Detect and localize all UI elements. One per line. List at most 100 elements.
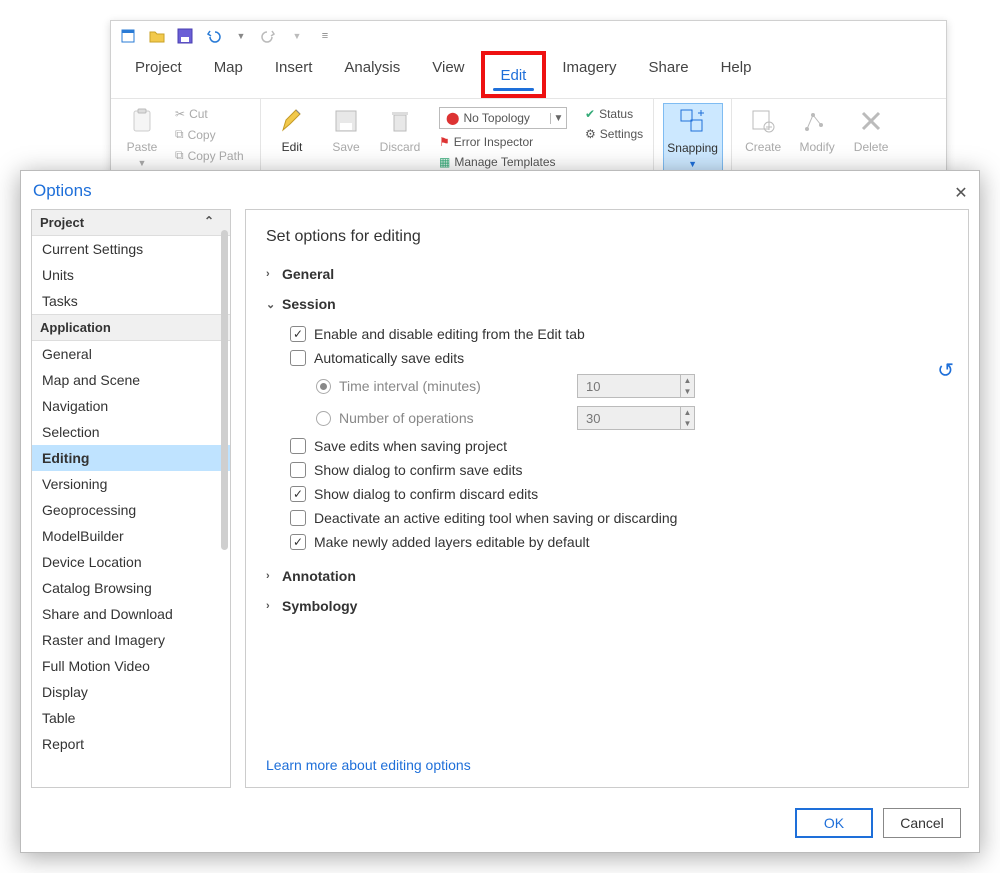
snapping-button[interactable]: Snapping ▼ bbox=[663, 103, 723, 172]
chevron-down-icon: ⌄ bbox=[266, 298, 278, 311]
paste-button[interactable]: Paste ▼ bbox=[117, 103, 167, 170]
sidebar-item-selection[interactable]: Selection bbox=[32, 419, 230, 445]
save-project-icon[interactable] bbox=[175, 26, 195, 46]
qat-customize-icon[interactable]: ≡ bbox=[315, 26, 335, 46]
gear-icon: ⚙ bbox=[585, 127, 596, 141]
tab-map[interactable]: Map bbox=[198, 51, 259, 98]
tab-project[interactable]: Project bbox=[119, 51, 198, 98]
cut-button[interactable]: ✂Cut bbox=[171, 105, 248, 123]
undo-dropdown-icon[interactable]: ▼ bbox=[231, 26, 251, 46]
learn-more-link[interactable]: Learn more about editing options bbox=[266, 757, 471, 773]
sidebar-item-display[interactable]: Display bbox=[32, 679, 230, 705]
spinner-number-operations[interactable]: 30▲▼ bbox=[577, 406, 695, 430]
copy-path-icon: ⧉ bbox=[175, 148, 184, 163]
reset-button[interactable]: ↺ bbox=[937, 358, 954, 383]
chevron-up-icon[interactable]: ▲ bbox=[681, 375, 694, 386]
copy-icon: ⧉ bbox=[175, 127, 184, 142]
settings-button[interactable]: ⚙Settings bbox=[581, 125, 647, 143]
sidebar-item-raster-and-imagery[interactable]: Raster and Imagery bbox=[32, 627, 230, 653]
topology-combo[interactable]: ⬤No Topology ▼ bbox=[439, 107, 567, 129]
ribbon: ▼ ▼ ≡ Project Map Insert Analysis View E… bbox=[110, 20, 947, 195]
new-project-icon[interactable] bbox=[119, 26, 139, 46]
quick-access-toolbar: ▼ ▼ ≡ bbox=[111, 21, 946, 51]
undo-icon[interactable] bbox=[203, 26, 223, 46]
create-icon bbox=[747, 105, 779, 137]
sidebar-item-report[interactable]: Report bbox=[32, 731, 230, 757]
modify-button[interactable]: Modify bbox=[792, 103, 842, 156]
section-symbology[interactable]: ›Symbology bbox=[266, 598, 948, 614]
sidebar-item-full-motion-video[interactable]: Full Motion Video bbox=[32, 653, 230, 679]
section-general[interactable]: › General bbox=[266, 266, 948, 282]
checkbox-confirm-save[interactable] bbox=[290, 462, 306, 478]
dialog-title: Options bbox=[21, 171, 979, 207]
sidebar-item-general[interactable]: General bbox=[32, 341, 230, 367]
manage-templates-button[interactable]: ▦Manage Templates bbox=[435, 153, 571, 171]
sidebar-item-share-and-download[interactable]: Share and Download bbox=[32, 601, 230, 627]
sidebar-item-catalog-browsing[interactable]: Catalog Browsing bbox=[32, 575, 230, 601]
section-annotation[interactable]: ›Annotation bbox=[266, 568, 948, 584]
sidebar-header-application[interactable]: Application bbox=[32, 314, 230, 341]
tab-help[interactable]: Help bbox=[705, 51, 768, 98]
redo-dropdown-icon[interactable]: ▼ bbox=[287, 26, 307, 46]
dialog-buttons: OK Cancel bbox=[795, 808, 961, 838]
edit-button[interactable]: Edit bbox=[267, 103, 317, 156]
sidebar-item-navigation[interactable]: Navigation bbox=[32, 393, 230, 419]
sidebar-item-units[interactable]: Units bbox=[32, 262, 230, 288]
open-project-icon[interactable] bbox=[147, 26, 167, 46]
save-edits-button[interactable]: Save bbox=[321, 103, 371, 156]
chevron-down-icon[interactable]: ▼ bbox=[681, 418, 694, 429]
label-save-when-saving-project: Save edits when saving project bbox=[314, 438, 507, 454]
radio-number-operations[interactable] bbox=[316, 411, 331, 426]
sidebar-item-device-location[interactable]: Device Location bbox=[32, 549, 230, 575]
sidebar-item-editing[interactable]: Editing bbox=[32, 445, 230, 471]
chevron-down-icon: ▼ bbox=[688, 159, 697, 169]
tab-view[interactable]: View bbox=[416, 51, 480, 98]
copy-button[interactable]: ⧉Copy bbox=[171, 125, 248, 144]
ok-button[interactable]: OK bbox=[795, 808, 873, 838]
sidebar-item-map-and-scene[interactable]: Map and Scene bbox=[32, 367, 230, 393]
label-time-interval: Time interval (minutes) bbox=[339, 378, 569, 394]
label-new-layers-editable: Make newly added layers editable by defa… bbox=[314, 534, 590, 550]
close-button[interactable]: ✕ bbox=[951, 183, 971, 203]
scrollbar-thumb[interactable] bbox=[221, 230, 228, 550]
sidebar-item-current-settings[interactable]: Current Settings bbox=[32, 236, 230, 262]
create-button[interactable]: Create bbox=[738, 103, 788, 156]
error-inspector-label: Error Inspector bbox=[454, 135, 533, 149]
tab-imagery[interactable]: Imagery bbox=[546, 51, 632, 98]
chevron-down-icon[interactable]: ▼ bbox=[681, 386, 694, 397]
radio-time-interval[interactable] bbox=[316, 379, 331, 394]
chevron-right-icon: › bbox=[266, 268, 278, 280]
modify-icon bbox=[801, 105, 833, 137]
chevron-up-icon[interactable]: ▲ bbox=[681, 407, 694, 418]
delete-button[interactable]: Delete bbox=[846, 103, 896, 156]
sidebar-item-tasks[interactable]: Tasks bbox=[32, 288, 230, 314]
sidebar-header-project[interactable]: Project⌃ bbox=[32, 210, 230, 236]
label-confirm-discard: Show dialog to confirm discard edits bbox=[314, 486, 538, 502]
discard-edits-button[interactable]: Discard bbox=[375, 103, 425, 156]
copy-path-button[interactable]: ⧉Copy Path bbox=[171, 146, 248, 165]
tab-insert[interactable]: Insert bbox=[259, 51, 329, 98]
general-label: General bbox=[282, 266, 334, 282]
spinner-time-interval[interactable]: 10▲▼ bbox=[577, 374, 695, 398]
tab-edit[interactable]: Edit bbox=[485, 59, 543, 90]
sidebar-item-modelbuilder[interactable]: ModelBuilder bbox=[32, 523, 230, 549]
label-auto-save: Automatically save edits bbox=[314, 350, 464, 366]
label-deactivate-tool: Deactivate an active editing tool when s… bbox=[314, 510, 677, 526]
checkbox-auto-save[interactable] bbox=[290, 350, 306, 366]
checkbox-enable-editing[interactable] bbox=[290, 326, 306, 342]
checkbox-new-layers-editable[interactable] bbox=[290, 534, 306, 550]
error-inspector-button[interactable]: ⚑Error Inspector bbox=[435, 133, 571, 151]
sidebar-item-table[interactable]: Table bbox=[32, 705, 230, 731]
checkbox-save-when-saving-project[interactable] bbox=[290, 438, 306, 454]
no-topology-icon: ⬤ bbox=[446, 111, 459, 125]
redo-icon[interactable] bbox=[259, 26, 279, 46]
sidebar-item-versioning[interactable]: Versioning bbox=[32, 471, 230, 497]
status-button[interactable]: ✔Status bbox=[581, 105, 647, 123]
sidebar-item-geoprocessing[interactable]: Geoprocessing bbox=[32, 497, 230, 523]
section-session[interactable]: ⌄Session bbox=[266, 296, 948, 312]
tab-analysis[interactable]: Analysis bbox=[328, 51, 416, 98]
checkbox-confirm-discard[interactable] bbox=[290, 486, 306, 502]
checkbox-deactivate-tool[interactable] bbox=[290, 510, 306, 526]
tab-share[interactable]: Share bbox=[633, 51, 705, 98]
cancel-button[interactable]: Cancel bbox=[883, 808, 961, 838]
